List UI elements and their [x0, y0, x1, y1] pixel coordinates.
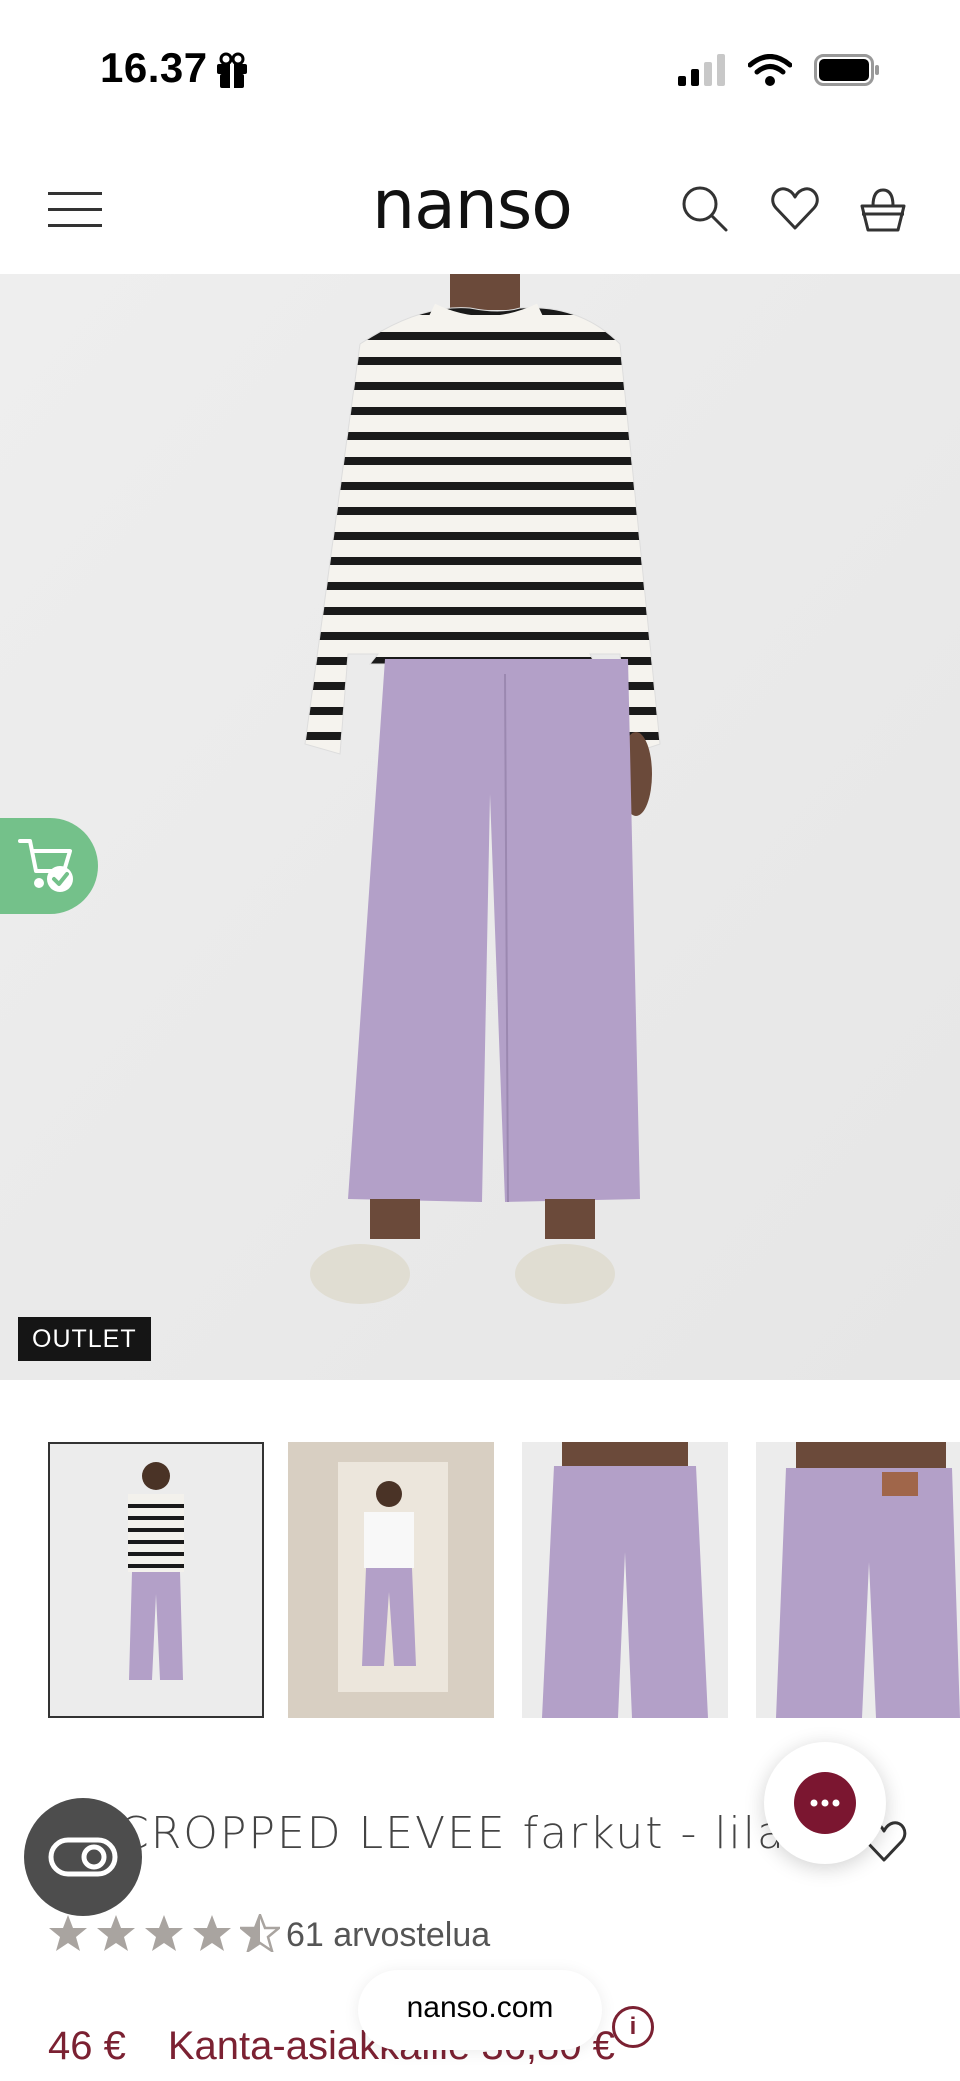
thumbnail-3[interactable] — [522, 1442, 728, 1718]
thumbnail-image — [522, 1442, 728, 1718]
star-icon — [193, 1915, 231, 1951]
thumbnail-image — [50, 1444, 262, 1716]
shopping-bag-icon[interactable] — [858, 184, 908, 234]
brand-logo[interactable]: nanso — [372, 166, 573, 245]
gift-icon — [217, 52, 247, 88]
chat-button[interactable] — [764, 1742, 886, 1864]
status-time: 16.37 — [100, 44, 208, 91]
search-icon[interactable] — [680, 184, 730, 234]
wishlist-icon[interactable] — [770, 184, 820, 234]
browser-url-bar[interactable]: nanso.com — [358, 1970, 602, 2050]
menu-icon[interactable] — [48, 190, 102, 230]
half-star-icon — [240, 1914, 280, 1952]
model-illustration — [0, 274, 960, 1380]
ellipsis-icon — [810, 1799, 840, 1807]
thumbnail-2[interactable] — [288, 1442, 494, 1718]
thumbnail-4[interactable] — [756, 1442, 960, 1718]
product-main-image[interactable]: OUTLET — [0, 274, 960, 1380]
rating-stars[interactable] — [48, 1914, 280, 1952]
star-icon — [97, 1915, 135, 1951]
thumbnail-image — [288, 1442, 494, 1718]
cart-tab[interactable] — [0, 818, 98, 914]
accessibility-toggle-icon — [48, 1837, 118, 1877]
accessibility-button[interactable] — [24, 1798, 142, 1916]
battery-icon — [814, 54, 879, 86]
info-icon[interactable]: i — [612, 2006, 654, 2048]
cart-check-icon — [18, 839, 73, 892]
thumbnail-image — [756, 1442, 960, 1718]
site-header: nanso — [0, 140, 960, 275]
status-indicators — [678, 54, 880, 86]
product-title: CROPPED LEVEE farkut - lila — [118, 1808, 786, 1859]
wifi-icon — [748, 54, 792, 86]
thumbnail-1[interactable] — [48, 1442, 264, 1718]
thumbnail-strip — [0, 1380, 960, 1720]
status-bar: 16.37 — [0, 0, 960, 140]
review-count[interactable]: 61 arvostelua — [286, 1916, 490, 1955]
outlet-badge: OUTLET — [18, 1317, 151, 1361]
price: 46 € — [48, 2024, 126, 2068]
star-icon — [145, 1915, 183, 1951]
star-icon — [49, 1915, 87, 1951]
signal-icon — [678, 54, 725, 86]
chat-icon — [794, 1772, 856, 1834]
